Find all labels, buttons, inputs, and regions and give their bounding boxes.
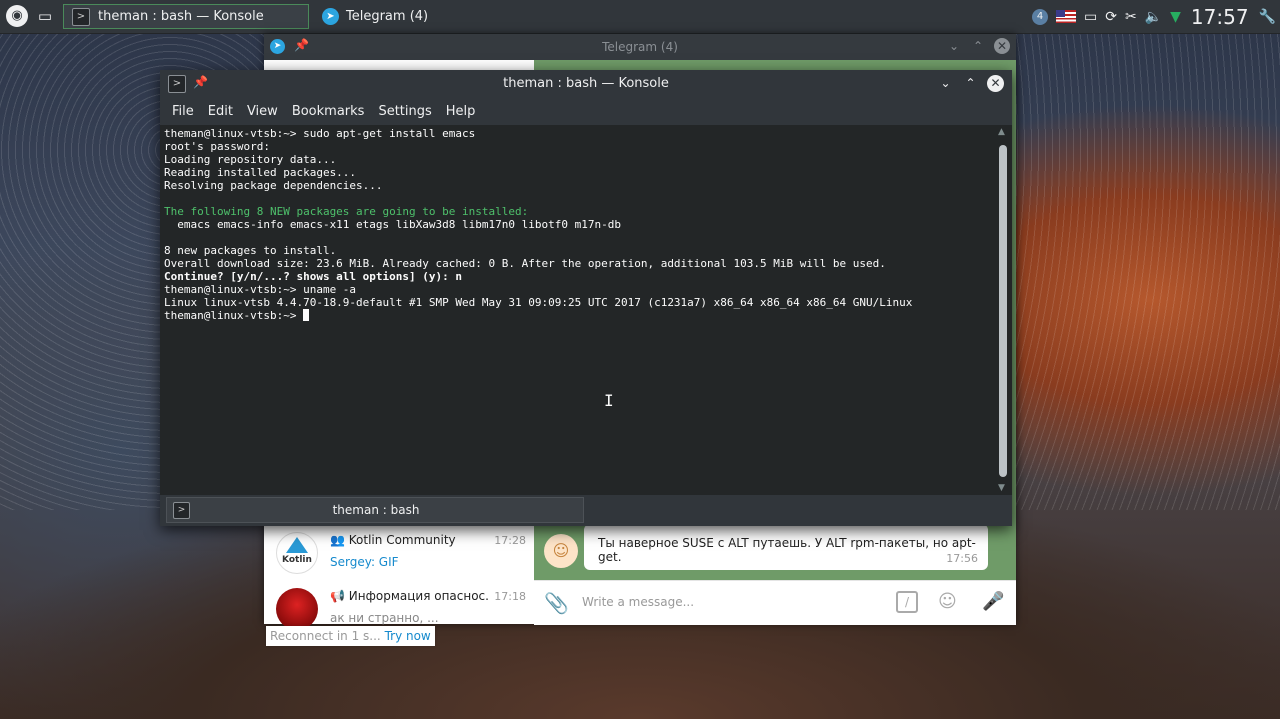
wifi-icon[interactable]: ▼ xyxy=(1170,9,1181,25)
konsole-window: > 📌 theman : bash — Konsole ⌄ ⌃ ✕ File E… xyxy=(160,70,1012,526)
scroll-down-icon[interactable]: ▼ xyxy=(998,483,1005,493)
battery-icon[interactable]: ▭ xyxy=(1084,9,1097,25)
konsole-titlebar[interactable]: > 📌 theman : bash — Konsole ⌄ ⌃ ✕ xyxy=(160,70,1012,98)
top-panel: ◉ ▭ > theman : bash — Konsole ➤ Telegram… xyxy=(0,0,1280,34)
reconnect-notice: Reconnect in 1 s... Try now xyxy=(266,626,435,646)
close-icon[interactable]: ✕ xyxy=(987,75,1004,92)
terminal-line: theman@linux-vtsb:~> uname -a xyxy=(164,283,357,296)
system-tray: 4 ▭ ⟳ ✂ 🔈 ▼ 17:57 🔧 xyxy=(1028,0,1280,33)
terminal-line: Resolving package dependencies... xyxy=(164,179,383,192)
chat-time: 17:18 xyxy=(494,590,526,603)
taskbar-item-telegram[interactable]: ➤ Telegram (4) xyxy=(318,4,448,29)
chat-last-message: ак ни странно, ... xyxy=(330,611,439,625)
telegram-titlebar[interactable]: ➤ 📌 Telegram (4) ⌄ ⌃ ✕ xyxy=(264,34,1016,60)
menu-bookmarks[interactable]: Bookmarks xyxy=(292,104,365,119)
chat-name: 📢 Информация опаснос... xyxy=(330,589,490,603)
tab-bash[interactable]: > theman : bash xyxy=(166,497,584,523)
group-icon: 👥 xyxy=(330,533,345,547)
maximize-icon[interactable]: ⌃ xyxy=(962,75,979,92)
message-text: Ты наверное SUSE с ALT путаешь. У ALT rp… xyxy=(598,536,976,564)
clock[interactable]: 17:57 xyxy=(1191,5,1249,29)
maximize-icon[interactable]: ⌃ xyxy=(970,38,986,54)
menu-bar: File Edit View Bookmarks Settings Help xyxy=(160,98,1012,125)
attach-icon[interactable]: 📎 xyxy=(544,591,569,615)
tab-label: theman : bash xyxy=(332,503,420,517)
terminal-prompt: theman@linux-vtsb:~> xyxy=(164,309,304,322)
terminal-line: Reading installed packages... xyxy=(164,166,357,179)
terminal-view[interactable]: theman@linux-vtsb:~> sudo apt-get instal… xyxy=(160,125,994,495)
terminal-line: theman@linux-vtsb:~> sudo apt-get instal… xyxy=(164,127,476,140)
bot-commands-icon[interactable]: / xyxy=(896,591,918,613)
scroll-up-icon[interactable]: ▲ xyxy=(998,127,1005,137)
terminal-line: The following 8 NEW packages are going t… xyxy=(164,205,529,218)
emoji-icon[interactable]: ☺ xyxy=(938,591,957,612)
menu-help[interactable]: Help xyxy=(446,104,476,119)
close-icon[interactable]: ✕ xyxy=(994,38,1010,54)
menu-file[interactable]: File xyxy=(172,104,194,119)
window-title: Telegram (4) xyxy=(602,40,678,54)
microphone-icon[interactable]: 🎤 xyxy=(982,591,1004,612)
terminal-line: emacs emacs-info emacs-x11 etags libXaw3… xyxy=(164,218,621,231)
message-input[interactable]: Write a message... xyxy=(582,595,694,609)
terminal-line: root's password: xyxy=(164,140,270,153)
menu-view[interactable]: View xyxy=(247,104,278,119)
chat-time: 17:28 xyxy=(494,534,526,547)
scrollbar-thumb[interactable] xyxy=(999,145,1007,477)
menu-edit[interactable]: Edit xyxy=(208,104,233,119)
terminal-line: 8 new packages to install. xyxy=(164,244,337,257)
terminal-line: Continue? [y/n/...? shows all options] (… xyxy=(164,270,463,283)
taskbar-item-label: theman : bash — Konsole xyxy=(98,9,264,24)
message-time: 17:56 xyxy=(946,552,978,565)
terminal-line: Linux linux-vtsb 4.4.70-18.9-default #1 … xyxy=(164,296,913,309)
app-launcher-icon[interactable]: ◉ xyxy=(6,5,28,27)
message-composer: 📎 Write a message... / ☺ 🎤 xyxy=(534,580,1016,625)
show-desktop-icon[interactable]: ▭ xyxy=(34,4,56,28)
kotlin-logo-icon xyxy=(286,537,308,553)
keyboard-layout-flag-icon[interactable] xyxy=(1056,10,1076,23)
chat-last-message: Sergey: GIF xyxy=(330,555,399,569)
terminal-line: Overall download size: 23.6 MiB. Already… xyxy=(164,257,886,270)
chat-name: 👥 Kotlin Community xyxy=(330,533,456,547)
volume-icon[interactable]: 🔈 xyxy=(1145,9,1162,25)
terminal-line: Loading repository data... xyxy=(164,153,337,166)
konsole-icon: > xyxy=(72,7,90,26)
sender-avatar[interactable]: ☺ xyxy=(544,534,578,568)
panel-settings-icon[interactable]: 🔧 xyxy=(1259,9,1276,25)
try-now-link[interactable]: Try now xyxy=(385,629,431,643)
sync-icon[interactable]: ⟳ xyxy=(1105,9,1117,25)
taskbar-item-label: Telegram (4) xyxy=(346,9,429,24)
tab-bar: > theman : bash xyxy=(160,495,1012,526)
mouse-ibeam-cursor: I xyxy=(604,391,614,410)
avatar xyxy=(276,588,318,630)
megaphone-icon: 📢 xyxy=(330,589,345,603)
taskbar-item-konsole[interactable]: > theman : bash — Konsole xyxy=(63,4,309,29)
window-title: theman : bash — Konsole xyxy=(503,76,669,91)
telegram-icon: ➤ xyxy=(322,8,339,25)
kotlin-avatar: Kotlin xyxy=(276,532,318,574)
minimize-icon[interactable]: ⌄ xyxy=(937,75,954,92)
network-tools-icon[interactable]: ✂ xyxy=(1125,9,1137,25)
minimize-icon[interactable]: ⌄ xyxy=(946,38,962,54)
terminal-scrollbar[interactable]: ▲ ▼ xyxy=(994,125,1012,495)
chat-list-item[interactable]: Kotlin 👥 Kotlin Community 17:28 Sergey: … xyxy=(264,526,534,582)
text-cursor xyxy=(303,309,310,321)
message-bubble[interactable]: Ты наверное SUSE с ALT путаешь. У ALT rp… xyxy=(584,524,988,570)
menu-settings[interactable]: Settings xyxy=(378,104,431,119)
notification-badge[interactable]: 4 xyxy=(1032,8,1048,25)
